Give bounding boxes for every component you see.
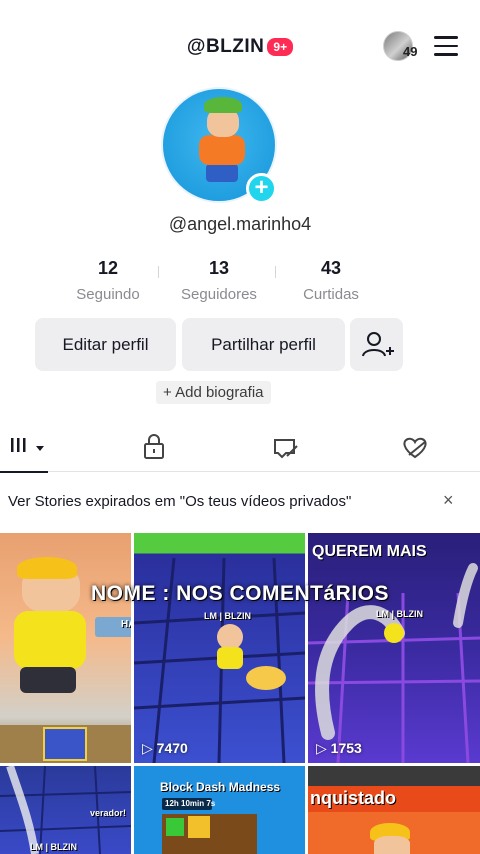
followers-count: 13 bbox=[208, 258, 230, 278]
video-label: HA bbox=[121, 619, 131, 630]
likes-label: Curtidas bbox=[303, 286, 359, 303]
video-title: Block Dash Madness bbox=[160, 780, 281, 794]
status-bar bbox=[0, 0, 480, 14]
followers-label: Seguidores bbox=[181, 286, 257, 303]
video-thumbnail[interactable]: HA bbox=[0, 533, 131, 763]
edit-profile-button[interactable]: Editar perfil bbox=[35, 318, 176, 371]
add-user-icon bbox=[362, 332, 394, 357]
add-story-plus-icon[interactable]: + bbox=[246, 173, 277, 204]
following-label: Seguindo bbox=[76, 286, 140, 303]
tab-liked[interactable] bbox=[355, 420, 475, 472]
video-label: LM | BLZIN bbox=[30, 842, 78, 852]
video-views: ▷ 7470 bbox=[142, 740, 188, 756]
following-count: 12 bbox=[97, 258, 119, 278]
video-thumbnail[interactable]: nquistado bbox=[308, 766, 480, 854]
video-thumbnail[interactable]: Block Dash Madness 12h 10min 7s bbox=[134, 766, 305, 854]
video-views: ▷ 1753 bbox=[316, 740, 362, 756]
stat-likes[interactable]: 43 Curtidas bbox=[271, 258, 391, 303]
likes-count: 43 bbox=[320, 258, 342, 278]
account-avatar-count: 49 bbox=[403, 44, 418, 59]
share-profile-button[interactable]: Partilhar perfil bbox=[182, 318, 345, 371]
stat-followers[interactable]: 13 Seguidores bbox=[159, 258, 279, 303]
video-title: verador! bbox=[90, 808, 127, 818]
videos-grid-icon bbox=[11, 438, 44, 452]
video-view-count: 7470 bbox=[156, 740, 188, 756]
tab-tagged[interactable] bbox=[225, 420, 345, 472]
video-title: nquistado bbox=[310, 788, 396, 808]
notification-badge: 9+ bbox=[267, 38, 294, 56]
video-view-count: 1753 bbox=[330, 740, 362, 756]
tab-active-indicator bbox=[0, 471, 48, 473]
profile-handle: @angel.marinho4 bbox=[168, 214, 312, 234]
tab-private[interactable] bbox=[94, 420, 214, 472]
profile-tabs bbox=[0, 420, 480, 473]
expired-stories-banner[interactable]: Ver Stories expirados em "Os teus vídeos… bbox=[0, 480, 480, 524]
lock-icon bbox=[144, 434, 164, 459]
video-title: QUEREM MAIS bbox=[312, 543, 427, 560]
profile-header: @BLZIN 9+ 49 bbox=[0, 28, 480, 68]
video-thumbnail[interactable]: verador! LM | BLZIN bbox=[0, 766, 131, 854]
video-grid: HA LM | BLZIN ▷ 7470 QUEREM MAI bbox=[0, 533, 480, 854]
stat-following[interactable]: 12 Seguindo bbox=[48, 258, 168, 303]
video-overlay-text: NOME : NOS COMENTáRIOS bbox=[90, 582, 390, 605]
video-thumbnail[interactable]: LM | BLZIN ▷ 7470 bbox=[134, 533, 305, 763]
username-title[interactable]: @BLZIN bbox=[187, 36, 264, 57]
video-label: LM | BLZIN bbox=[376, 609, 424, 619]
video-subtitle: 12h 10min 7s bbox=[165, 799, 216, 808]
video-thumbnail[interactable]: QUEREM MAIS LM | BLZIN ▷ 1753 bbox=[308, 533, 480, 763]
menu-icon[interactable] bbox=[434, 36, 458, 56]
add-bio-button[interactable]: + Add biografia bbox=[156, 381, 271, 404]
video-label: LM | BLZIN bbox=[204, 611, 252, 621]
tagged-icon bbox=[274, 439, 298, 459]
liked-hidden-icon bbox=[403, 437, 427, 459]
close-icon[interactable]: × bbox=[443, 490, 454, 511]
expired-stories-text: Ver Stories expirados em "Os teus vídeos… bbox=[8, 493, 352, 510]
add-friend-button[interactable] bbox=[350, 318, 403, 371]
